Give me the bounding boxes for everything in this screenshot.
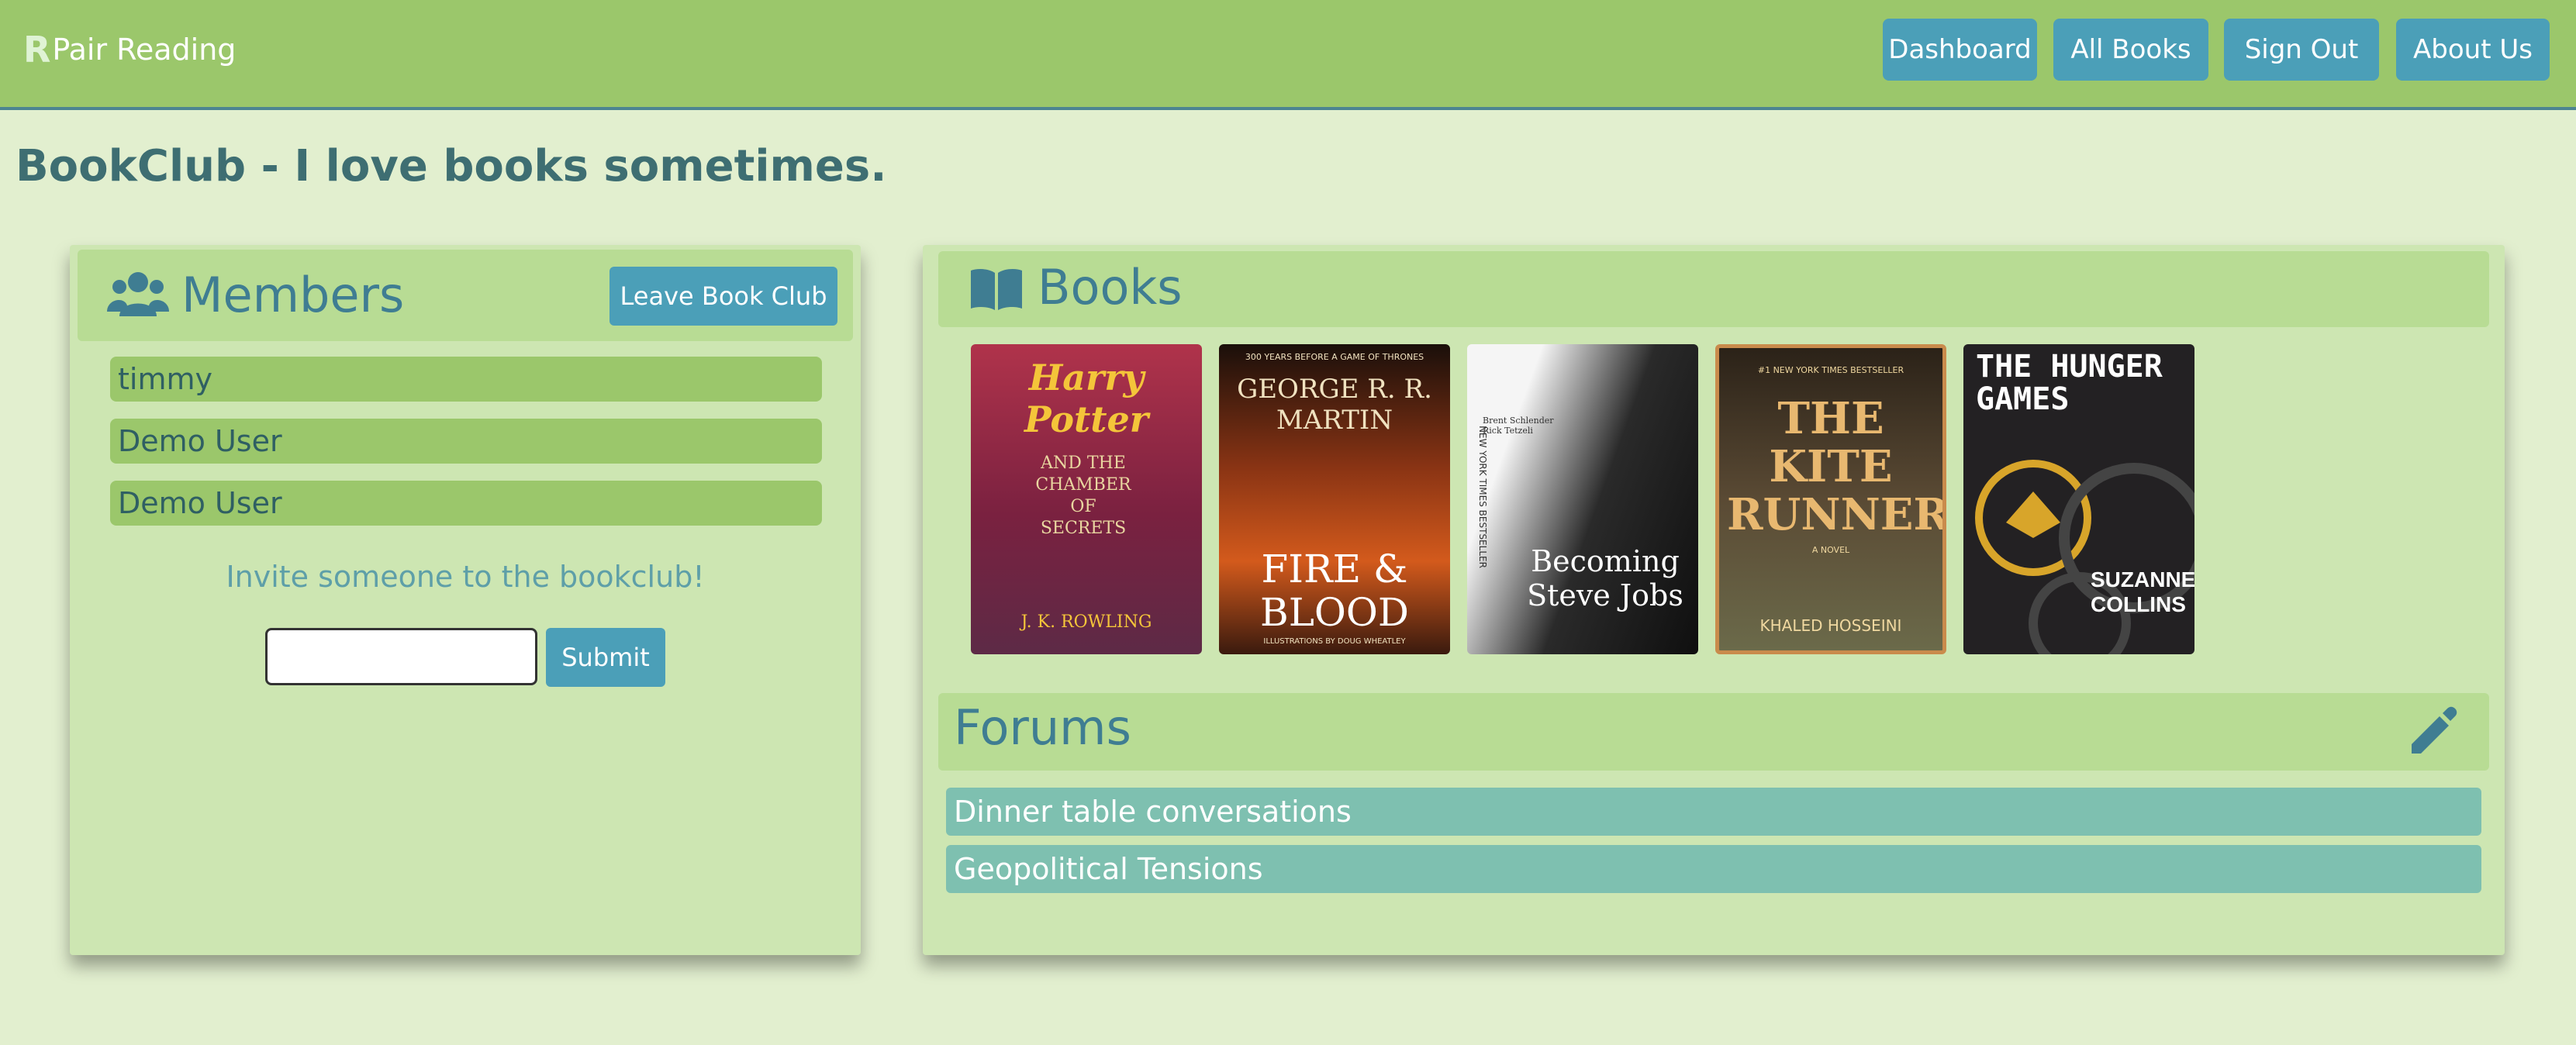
forums-title: Forums <box>954 699 1131 756</box>
page-title: BookClub - I love books sometimes. <box>16 141 887 191</box>
book-title: THE KITE RUNNER <box>1727 393 1946 540</box>
nav-dashboard-button[interactable]: Dashboard <box>1883 19 2037 81</box>
book-cover-fire-and-blood[interactable]: 300 YEARS BEFORE A GAME OF THRONES GEORG… <box>1219 344 1450 654</box>
book-badge: NEW YORK TIMES BESTSELLER <box>1477 426 1488 568</box>
book-author: GEORGE R. R. MARTIN <box>1237 374 1432 436</box>
member-row: Demo User <box>110 419 822 464</box>
book-author: Brent Schlender Rick Tetzeli <box>1483 416 1554 436</box>
brand-link[interactable]: R Pair Reading <box>23 28 236 71</box>
book-title: Harry Potter <box>1024 357 1149 440</box>
book-badge: #1 NEW YORK TIMES BESTSELLER <box>1757 365 1904 375</box>
book-badge: 300 YEARS BEFORE A GAME OF THRONES <box>1245 352 1424 362</box>
book-illustrator: ILLUSTRATIONS BY DOUG WHEATLEY <box>1263 637 1406 646</box>
book-author: J. K. ROWLING <box>1020 612 1152 632</box>
invite-prompt: Invite someone to the bookclub! <box>226 560 705 594</box>
book-subtitle: AND THE CHAMBER OF SECRETS <box>1035 454 1131 538</box>
navbar: R Pair Reading Dashboard All Books Sign … <box>0 0 2576 110</box>
nav-sign-out-button[interactable]: Sign Out <box>2224 19 2379 81</box>
book-author: SUZANNE COLLINS <box>2091 567 2194 616</box>
nav-all-books-button[interactable]: All Books <box>2053 19 2208 81</box>
brand-name: Pair Reading <box>52 33 237 67</box>
leave-book-club-button[interactable]: Leave Book Club <box>609 267 837 326</box>
nav-about-us-button[interactable]: About Us <box>2396 19 2550 81</box>
book-cover-harry-potter[interactable]: Harry Potter AND THE CHAMBER OF SECRETS … <box>971 344 1202 654</box>
books-title: Books <box>1038 259 1183 316</box>
book-cover-kite-runner[interactable]: #1 NEW YORK TIMES BESTSELLER THE KITE RU… <box>1715 344 1946 654</box>
open-book-icon <box>969 267 1024 312</box>
members-title: Members <box>181 267 405 323</box>
users-icon <box>107 270 169 318</box>
invite-username-input[interactable] <box>265 628 537 685</box>
pencil-icon[interactable] <box>2407 705 2458 757</box>
member-row: Demo User <box>110 481 822 526</box>
members-panel <box>70 245 861 955</box>
book-subtitle: A NOVEL <box>1811 545 1850 555</box>
book-title: FIRE & BLOOD <box>1259 547 1410 635</box>
book-author: KHALED HOSSEINI <box>1759 616 1902 635</box>
forum-topic-row[interactable]: Geopolitical Tensions <box>946 845 2481 893</box>
book-cover-becoming-steve-jobs[interactable]: NEW YORK TIMES BESTSELLER Brent Schlende… <box>1467 344 1698 654</box>
brand-logo: R <box>23 29 51 71</box>
invite-submit-button[interactable]: Submit <box>546 628 665 687</box>
book-title: Becoming Steve Jobs <box>1527 544 1683 612</box>
book-cover-hunger-games[interactable]: THE HUNGER GAMES SUZANNE COLLINS <box>1963 344 2194 654</box>
member-row: timmy <box>110 357 822 402</box>
forums-header <box>938 693 2489 771</box>
forum-topic-row[interactable]: Dinner table conversations <box>946 788 2481 836</box>
